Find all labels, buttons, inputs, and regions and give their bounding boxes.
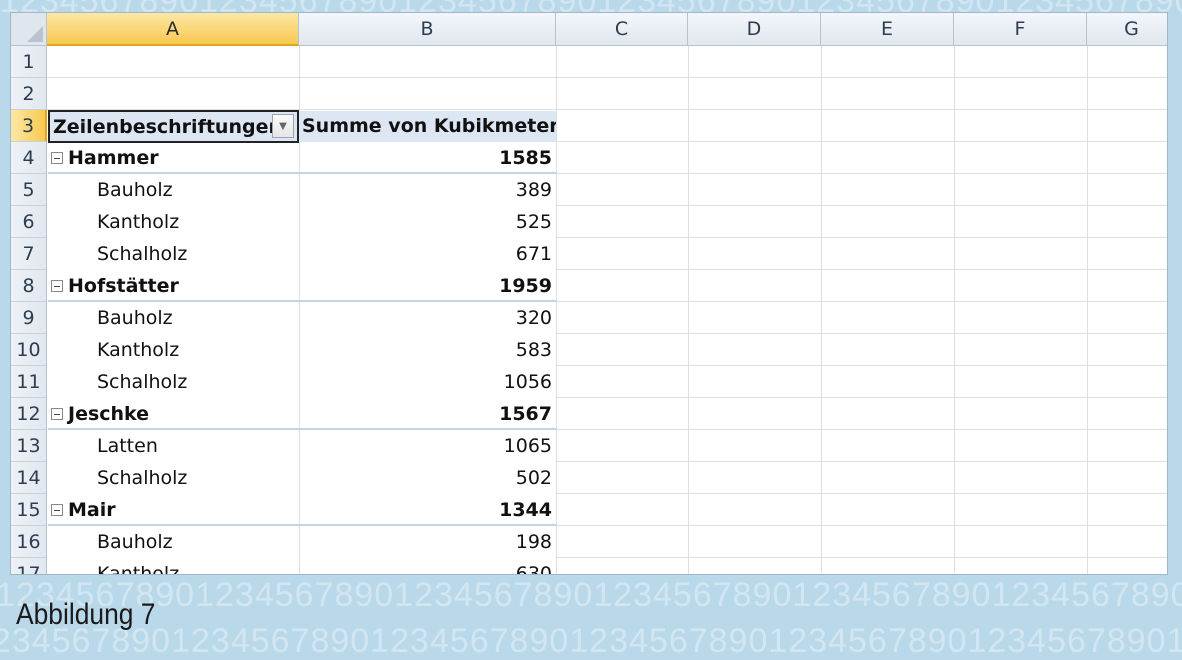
collapse-icon[interactable] [51,504,63,516]
item-value[interactable]: 525 [300,206,552,238]
list-item[interactable]: Schalholz [97,238,187,270]
pivot-group-mair[interactable]: Mair [51,494,116,526]
pivot-group-hofstaetter[interactable]: Hofstätter [51,270,179,302]
row-header-8[interactable]: 8 [11,270,47,302]
column-header-a[interactable]: A [47,13,299,46]
column-header-c[interactable]: C [556,13,688,46]
row-header-7[interactable]: 7 [11,238,47,270]
select-all-corner[interactable] [11,13,47,46]
group-label: Hammer [68,147,159,169]
list-item[interactable]: Schalholz [97,366,187,398]
list-item[interactable]: Latten [97,430,158,462]
list-item[interactable]: Bauholz [97,174,173,206]
row-header-14[interactable]: 14 [11,462,47,494]
spreadsheet-grid: A B C D E F G 1 2 3 4 5 6 7 8 9 10 11 12… [10,12,1168,575]
item-value[interactable]: 320 [300,302,552,334]
group-total[interactable]: 1585 [300,142,552,174]
item-value[interactable]: 630 [300,558,552,574]
row-header-10[interactable]: 10 [11,334,47,366]
filter-dropdown-icon[interactable]: ▼ [272,114,294,138]
background-digits-bottom: 1234567890123456789012345678901234567890… [0,622,1182,660]
row-header-9[interactable]: 9 [11,302,47,334]
row-header-17[interactable]: 17 [11,558,47,574]
column-header-e[interactable]: E [821,13,954,46]
group-label: Jeschke [68,403,150,425]
collapse-icon[interactable] [51,280,63,292]
group-total[interactable]: 1344 [300,494,552,526]
item-value[interactable]: 502 [300,462,552,494]
list-item[interactable]: Kantholz [97,558,179,574]
pivot-row-labels-header[interactable]: Zeilenbeschriftungen [48,110,299,143]
group-label: Mair [68,499,116,521]
pivot-row-labels-header-text: Zeilenbeschriftungen [53,115,282,138]
row-header-4[interactable]: 4 [11,142,47,174]
column-header-b[interactable]: B [299,13,556,46]
collapse-icon[interactable] [51,152,63,164]
row-header-5[interactable]: 5 [11,174,47,206]
row-header-1[interactable]: 1 [11,46,47,78]
row-header-15[interactable]: 15 [11,494,47,526]
background-digits-mid: 1234567890123456789012345678901234567890… [0,576,1182,614]
group-total[interactable]: 1959 [300,270,552,302]
row-header-3[interactable]: 3 [11,110,47,142]
collapse-icon[interactable] [51,408,63,420]
row-header-12[interactable]: 12 [11,398,47,430]
item-value[interactable]: 1065 [300,430,552,462]
pivot-value-header[interactable]: Summe von Kubikmeter [300,110,556,142]
group-total[interactable]: 1567 [300,398,552,430]
item-value[interactable]: 583 [300,334,552,366]
figure-caption: Abbildung 7 [16,598,156,631]
list-item[interactable]: Kantholz [97,206,179,238]
row-header-16[interactable]: 16 [11,526,47,558]
column-header-f[interactable]: F [954,13,1087,46]
column-header-g[interactable]: G [1087,13,1167,46]
list-item[interactable]: Bauholz [97,526,173,558]
item-value[interactable]: 671 [300,238,552,270]
row-header-11[interactable]: 11 [11,366,47,398]
pivot-group-jeschke[interactable]: Jeschke [51,398,149,430]
group-label: Hofstätter [68,275,179,297]
row-header-2[interactable]: 2 [11,78,47,110]
pivot-group-hammer[interactable]: Hammer [51,142,159,174]
item-value[interactable]: 198 [300,526,552,558]
column-header-d[interactable]: D [688,13,821,46]
row-header-6[interactable]: 6 [11,206,47,238]
list-item[interactable]: Kantholz [97,334,179,366]
list-item[interactable]: Schalholz [97,462,187,494]
row-header-13[interactable]: 13 [11,430,47,462]
list-item[interactable]: Bauholz [97,302,173,334]
item-value[interactable]: 1056 [300,366,552,398]
item-value[interactable]: 389 [300,174,552,206]
